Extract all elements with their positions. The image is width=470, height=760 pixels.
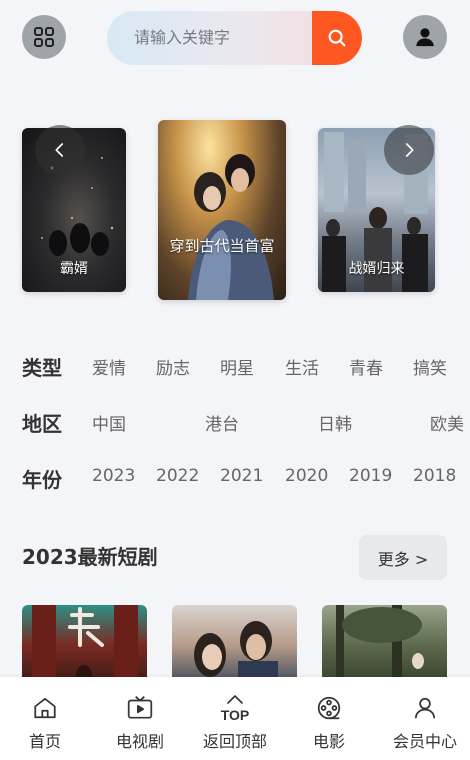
drama-thumbnail[interactable] — [172, 605, 297, 685]
chevron-left-icon — [55, 143, 64, 157]
filter-type-option[interactable]: 爱情 — [92, 354, 126, 379]
poster-title: 霸婿 — [60, 261, 88, 277]
filter-type-option[interactable]: 生活 — [285, 354, 319, 379]
filter-year-option[interactable]: 2021 — [220, 466, 263, 486]
search-input[interactable]: 请输入关键字 — [134, 11, 230, 65]
tv-icon — [127, 696, 153, 719]
user-avatar-button[interactable] — [403, 15, 447, 59]
filter-type-option[interactable]: 搞笑 — [413, 354, 447, 379]
search-icon — [328, 29, 346, 47]
filter-year-option[interactable]: 2019 — [349, 466, 392, 486]
nav-item-home[interactable]: 首页 — [16, 677, 74, 760]
drama-thumbnail[interactable] — [22, 605, 147, 685]
filter-type-option[interactable]: 明星 — [220, 354, 254, 379]
filter-type-option[interactable]: 励志 — [156, 354, 190, 379]
nav-item-back-to-top[interactable]: TOP 返回顶部 — [195, 677, 275, 760]
search-button[interactable] — [312, 11, 362, 65]
poster-title: 战婿归来 — [348, 261, 405, 277]
carousel-next-button[interactable] — [384, 125, 434, 175]
more-button[interactable]: 更多 > — [359, 535, 447, 580]
nav-label: 会员中心 — [392, 732, 457, 751]
drama-thumbnail[interactable] — [322, 605, 447, 685]
carousel-prev-button[interactable] — [35, 125, 85, 175]
nav-label: 电影 — [312, 732, 345, 751]
filter-year-option[interactable]: 2022 — [156, 466, 199, 486]
poster-title: 穿到古代当首富 — [169, 237, 275, 255]
film-reel-icon — [317, 696, 341, 720]
search-bar[interactable]: 请输入关键字 — [107, 11, 362, 65]
user-icon — [416, 28, 434, 47]
nav-item-member-center[interactable]: 会员中心 — [385, 677, 465, 760]
filter-label-region: 地区 — [22, 412, 62, 436]
filter-year-option[interactable]: 2023 — [92, 466, 135, 486]
filter-type-option[interactable]: 青春 — [349, 354, 383, 379]
nav-label: 返回顶部 — [202, 732, 267, 751]
section-title: 2023最新短剧 — [22, 545, 158, 569]
svg-text:TOP: TOP — [221, 707, 250, 723]
grid-icon — [34, 27, 54, 47]
nav-item-movie[interactable]: 电影 — [300, 677, 358, 760]
chevron-right-icon — [405, 143, 414, 157]
nav-label: 电视剧 — [115, 732, 164, 751]
home-icon — [34, 697, 56, 719]
filter-year-option[interactable]: 2018 — [413, 466, 456, 486]
filter-label-year: 年份 — [22, 468, 62, 492]
nav-label: 首页 — [28, 732, 61, 751]
thumbnail-art — [194, 621, 278, 685]
thumbnail-art — [336, 605, 424, 685]
carousel-poster-2[interactable]: 穿到古代当首富 — [158, 120, 286, 300]
nav-item-tv[interactable]: 电视剧 — [105, 677, 175, 760]
filter-region-option[interactable]: 欧美 — [430, 410, 464, 435]
filter-region-option[interactable]: 日韩 — [318, 410, 352, 435]
back-to-top-icon: TOP — [221, 695, 250, 723]
filter-label-type: 类型 — [22, 356, 62, 380]
filter-year-option[interactable]: 2020 — [285, 466, 328, 486]
user-icon — [414, 697, 436, 719]
bottom-navigation: 首页 电视剧 TOP 返回顶部 电影 会员中心 — [0, 677, 470, 760]
thumbnail-art — [32, 605, 138, 685]
poster-art — [188, 154, 274, 300]
filter-region-option[interactable]: 港台 — [205, 410, 239, 435]
menu-grid-button[interactable] — [22, 15, 66, 59]
filter-region-option[interactable]: 中国 — [92, 410, 126, 435]
